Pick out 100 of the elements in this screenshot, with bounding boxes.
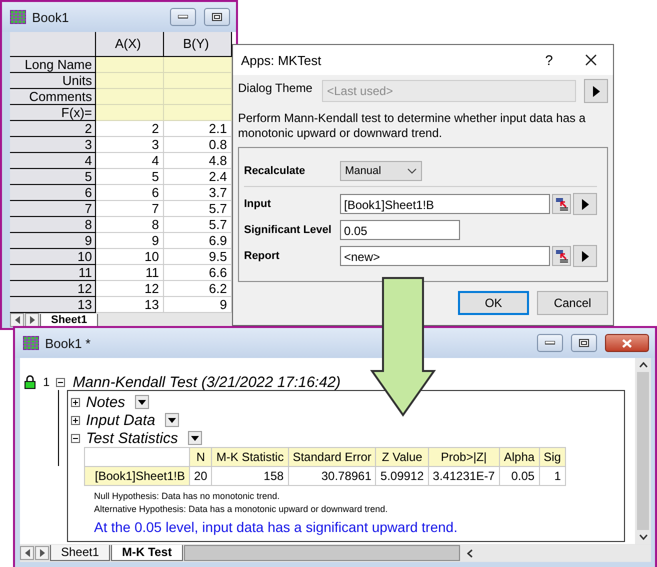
input-field[interactable]: [Book1]Sheet1!B (340, 194, 550, 214)
table-cell: 2 (96, 121, 164, 137)
column-header[interactable]: A(X) (96, 32, 164, 57)
range-select-button[interactable] (552, 246, 572, 266)
triangle-icon (168, 418, 176, 422)
restore-button[interactable] (204, 8, 230, 26)
triangle-icon (138, 400, 146, 404)
column-header: Sig (539, 448, 566, 466)
label-cell[interactable] (164, 73, 232, 89)
sheet-tab[interactable]: M-K Test (111, 545, 183, 561)
table-cell: 30.78961 (288, 466, 376, 486)
row-label: Long Name (10, 57, 96, 73)
label-cell[interactable] (164, 89, 232, 105)
row-header: 5 (10, 169, 96, 185)
ok-button[interactable]: OK (458, 291, 529, 315)
table-cell: 11 (96, 265, 164, 281)
menu-button[interactable] (573, 193, 597, 215)
section-menu-button[interactable] (188, 431, 202, 445)
table-cell: 20 (190, 466, 212, 486)
field-label: Report (244, 250, 280, 262)
range-select-button[interactable] (552, 194, 572, 214)
report-title: Mann-Kendall Test (3/21/2022 17:16:42) (72, 374, 341, 390)
row-label: [Book1]Sheet1!B (84, 466, 190, 486)
theme-menu-button[interactable] (584, 79, 608, 103)
label-cell[interactable] (96, 57, 164, 73)
label-cell[interactable] (96, 73, 164, 89)
triangle-icon (592, 86, 600, 96)
section-title: Notes (86, 394, 126, 410)
column-header[interactable]: B(Y) (164, 32, 232, 57)
label-cell[interactable] (164, 57, 232, 73)
table-cell: 10 (96, 249, 164, 265)
right-arrow-icon (40, 549, 44, 557)
collapse-icon[interactable] (56, 378, 65, 386)
table-cell: 9 (96, 233, 164, 249)
sheet-tab[interactable]: Sheet1 (40, 314, 98, 326)
section-menu-button[interactable] (135, 395, 150, 409)
range-select-icon (554, 197, 569, 211)
worksheet-icon (23, 336, 39, 350)
description-text: Perform Mann-Kendall test to determine whether input data has a monotonic upward or downward trend. (238, 111, 587, 141)
table-cell: 0.05 (499, 466, 540, 486)
worksheet-icon (10, 10, 26, 24)
column-header: M-K Statistic (212, 448, 288, 466)
table-cell: 3 (96, 137, 164, 153)
expand-icon[interactable] (71, 398, 80, 406)
scroll-left-button[interactable] (20, 546, 34, 560)
right-arrow-icon (30, 316, 34, 324)
table-cell: 3.41231E-7 (428, 466, 500, 486)
table-cell: 4 (96, 153, 164, 169)
window-title: Book1 (32, 10, 69, 24)
close-icon (585, 54, 597, 66)
field-label: Input (244, 198, 272, 210)
table-cell: 158 (212, 466, 288, 486)
help-button[interactable]: ? (529, 46, 569, 74)
column-header: Z Value (376, 448, 428, 466)
row-header: 4 (10, 153, 96, 169)
scroll-left-button[interactable] (10, 313, 24, 327)
triangle-icon (582, 250, 589, 262)
row-header: 8 (10, 217, 96, 233)
section-title: Test Statistics (86, 430, 178, 446)
note-text: Null Hypothesis: Data has no monotonic trend. (94, 490, 281, 503)
vertical-scrollbar[interactable] (635, 358, 651, 544)
field-label: Significant Level (244, 224, 332, 236)
minimize-button[interactable] (170, 8, 196, 26)
theme-label: Dialog Theme (238, 81, 314, 95)
chevron-icon (407, 168, 417, 174)
table-cell: 5 (96, 169, 164, 185)
cancel-button[interactable]: Cancel (537, 291, 608, 315)
dropdown[interactable]: Manual (340, 161, 422, 181)
collapse-icon[interactable] (71, 434, 80, 442)
row-header: 3 (10, 137, 96, 153)
label-cell[interactable] (96, 89, 164, 105)
restore-icon (212, 13, 222, 21)
input-field[interactable]: 0.05 (340, 220, 460, 240)
triangle-icon (190, 436, 199, 440)
restore-icon (579, 339, 589, 347)
menu-button[interactable] (573, 245, 597, 267)
row-label: Units (10, 73, 96, 89)
table-cell: 6 (96, 185, 164, 201)
column-header: Alpha (499, 448, 540, 466)
scroll-right-button[interactable] (25, 313, 39, 327)
table-cell: 5.09912 (376, 466, 428, 486)
section-menu-button[interactable] (165, 413, 180, 427)
scroll-right-button[interactable] (35, 546, 49, 560)
expand-icon[interactable] (71, 416, 80, 424)
field-label: Recalculate (244, 165, 306, 177)
input-field[interactable]: <new> (340, 246, 550, 266)
close-button[interactable] (605, 334, 649, 352)
row-label: F(x)= (10, 105, 96, 121)
restore-button[interactable] (571, 334, 597, 352)
table-cell: 1 (539, 466, 566, 486)
label-cell[interactable] (96, 105, 164, 121)
row-header: 7 (10, 201, 96, 217)
note-text: Alternative Hypothesis: Data has a monotonic upward or downward trend. (94, 503, 389, 516)
table-cell: 8 (96, 217, 164, 233)
sheet-tab[interactable]: Sheet1 (50, 545, 110, 561)
scroll-thumb[interactable] (637, 372, 649, 530)
close-icon (622, 338, 632, 348)
minimize-button[interactable] (537, 334, 563, 352)
row-header: 13 (10, 297, 96, 313)
label-cell[interactable] (164, 105, 232, 121)
